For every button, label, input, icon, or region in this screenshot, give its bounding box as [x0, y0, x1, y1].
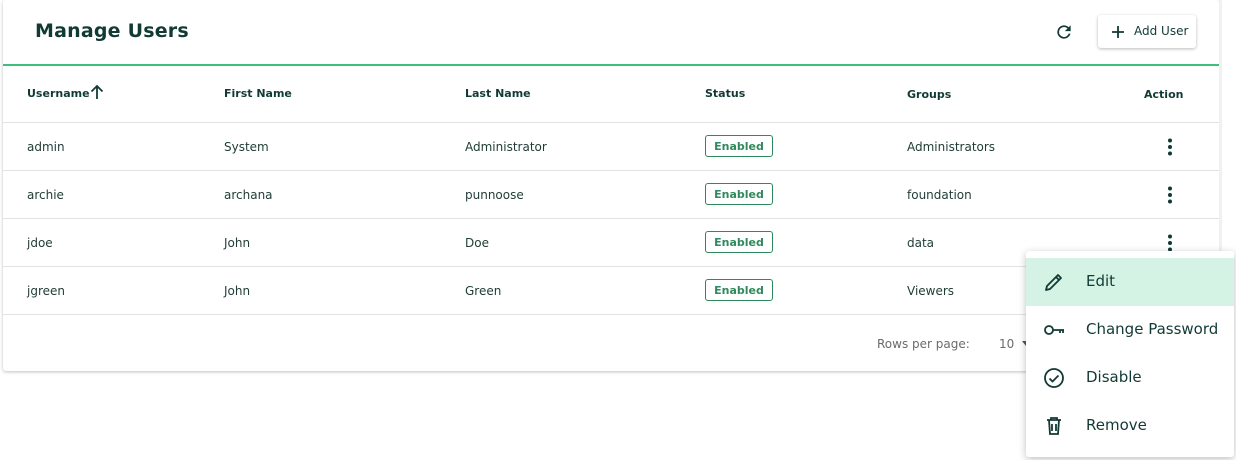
- status-badge: Enabled: [705, 231, 773, 253]
- row-divider: [3, 170, 1219, 171]
- cell-first-name: John: [224, 284, 251, 298]
- refresh-button[interactable]: [1052, 20, 1076, 44]
- more-vertical-icon: [1168, 234, 1172, 252]
- cell-username: archie: [27, 188, 64, 202]
- column-header-last-name[interactable]: Last Name: [465, 87, 531, 100]
- menu-item-label: Disable: [1086, 368, 1142, 386]
- row-divider: [3, 122, 1219, 123]
- row-actions-button[interactable]: [1160, 136, 1180, 158]
- rows-per-page-label: Rows per page:: [877, 337, 970, 351]
- add-user-button[interactable]: Add User: [1098, 15, 1196, 48]
- key-icon: [1044, 325, 1064, 335]
- more-vertical-icon: [1168, 186, 1172, 204]
- rows-per-page-select[interactable]: 10: [999, 337, 1014, 351]
- menu-item-label: Remove: [1086, 416, 1147, 434]
- column-header-action: Action: [1144, 88, 1184, 101]
- more-vertical-icon: [1168, 138, 1172, 156]
- menu-item-disable[interactable]: Disable: [1026, 354, 1234, 402]
- cell-first-name: archana: [224, 188, 273, 202]
- cell-last-name: Green: [465, 284, 502, 298]
- cell-group: Viewers: [907, 284, 955, 298]
- status-badge: Enabled: [705, 135, 773, 157]
- cell-group: foundation: [907, 188, 972, 202]
- status-badge: Enabled: [705, 183, 773, 205]
- menu-item-remove[interactable]: Remove: [1026, 402, 1234, 450]
- cell-group: data: [907, 236, 935, 250]
- cell-group: Administrators: [907, 140, 996, 154]
- status-badge: Enabled: [705, 279, 773, 301]
- cell-username: jgreen: [27, 284, 65, 298]
- menu-item-label: Change Password: [1086, 320, 1219, 338]
- cell-last-name: punnoose: [465, 188, 524, 202]
- add-user-label: Add User: [1134, 24, 1189, 38]
- cell-last-name: Administrator: [465, 140, 547, 154]
- row-divider: [3, 218, 1219, 219]
- menu-item-edit[interactable]: Edit: [1026, 258, 1234, 306]
- cell-first-name: System: [224, 140, 269, 154]
- menu-item-label: Edit: [1086, 272, 1116, 290]
- card-header: Manage Users Add User: [3, 0, 1219, 66]
- column-header-status[interactable]: Status: [705, 87, 745, 100]
- menu-item-change-password[interactable]: Change Password: [1026, 306, 1234, 354]
- column-header-groups[interactable]: Groups: [907, 88, 951, 101]
- plus-icon: [1112, 26, 1124, 38]
- refresh-icon: [1057, 25, 1071, 39]
- page-title: Manage Users: [35, 20, 189, 42]
- sort-ascending-icon[interactable]: [89, 83, 105, 101]
- cell-username: admin: [27, 140, 65, 154]
- check-circle-icon: [1044, 368, 1064, 388]
- cell-username: jdoe: [27, 236, 53, 250]
- cell-first-name: John: [224, 236, 251, 250]
- trash-icon: [1047, 417, 1061, 435]
- cell-last-name: Doe: [465, 236, 489, 250]
- column-header-first-name[interactable]: First Name: [224, 87, 292, 100]
- row-context-menu: Edit Change Password Disable Remove: [1026, 251, 1234, 457]
- row-actions-button[interactable]: [1160, 184, 1180, 206]
- column-header-username[interactable]: Username: [27, 87, 90, 100]
- pencil-icon: [1045, 274, 1062, 291]
